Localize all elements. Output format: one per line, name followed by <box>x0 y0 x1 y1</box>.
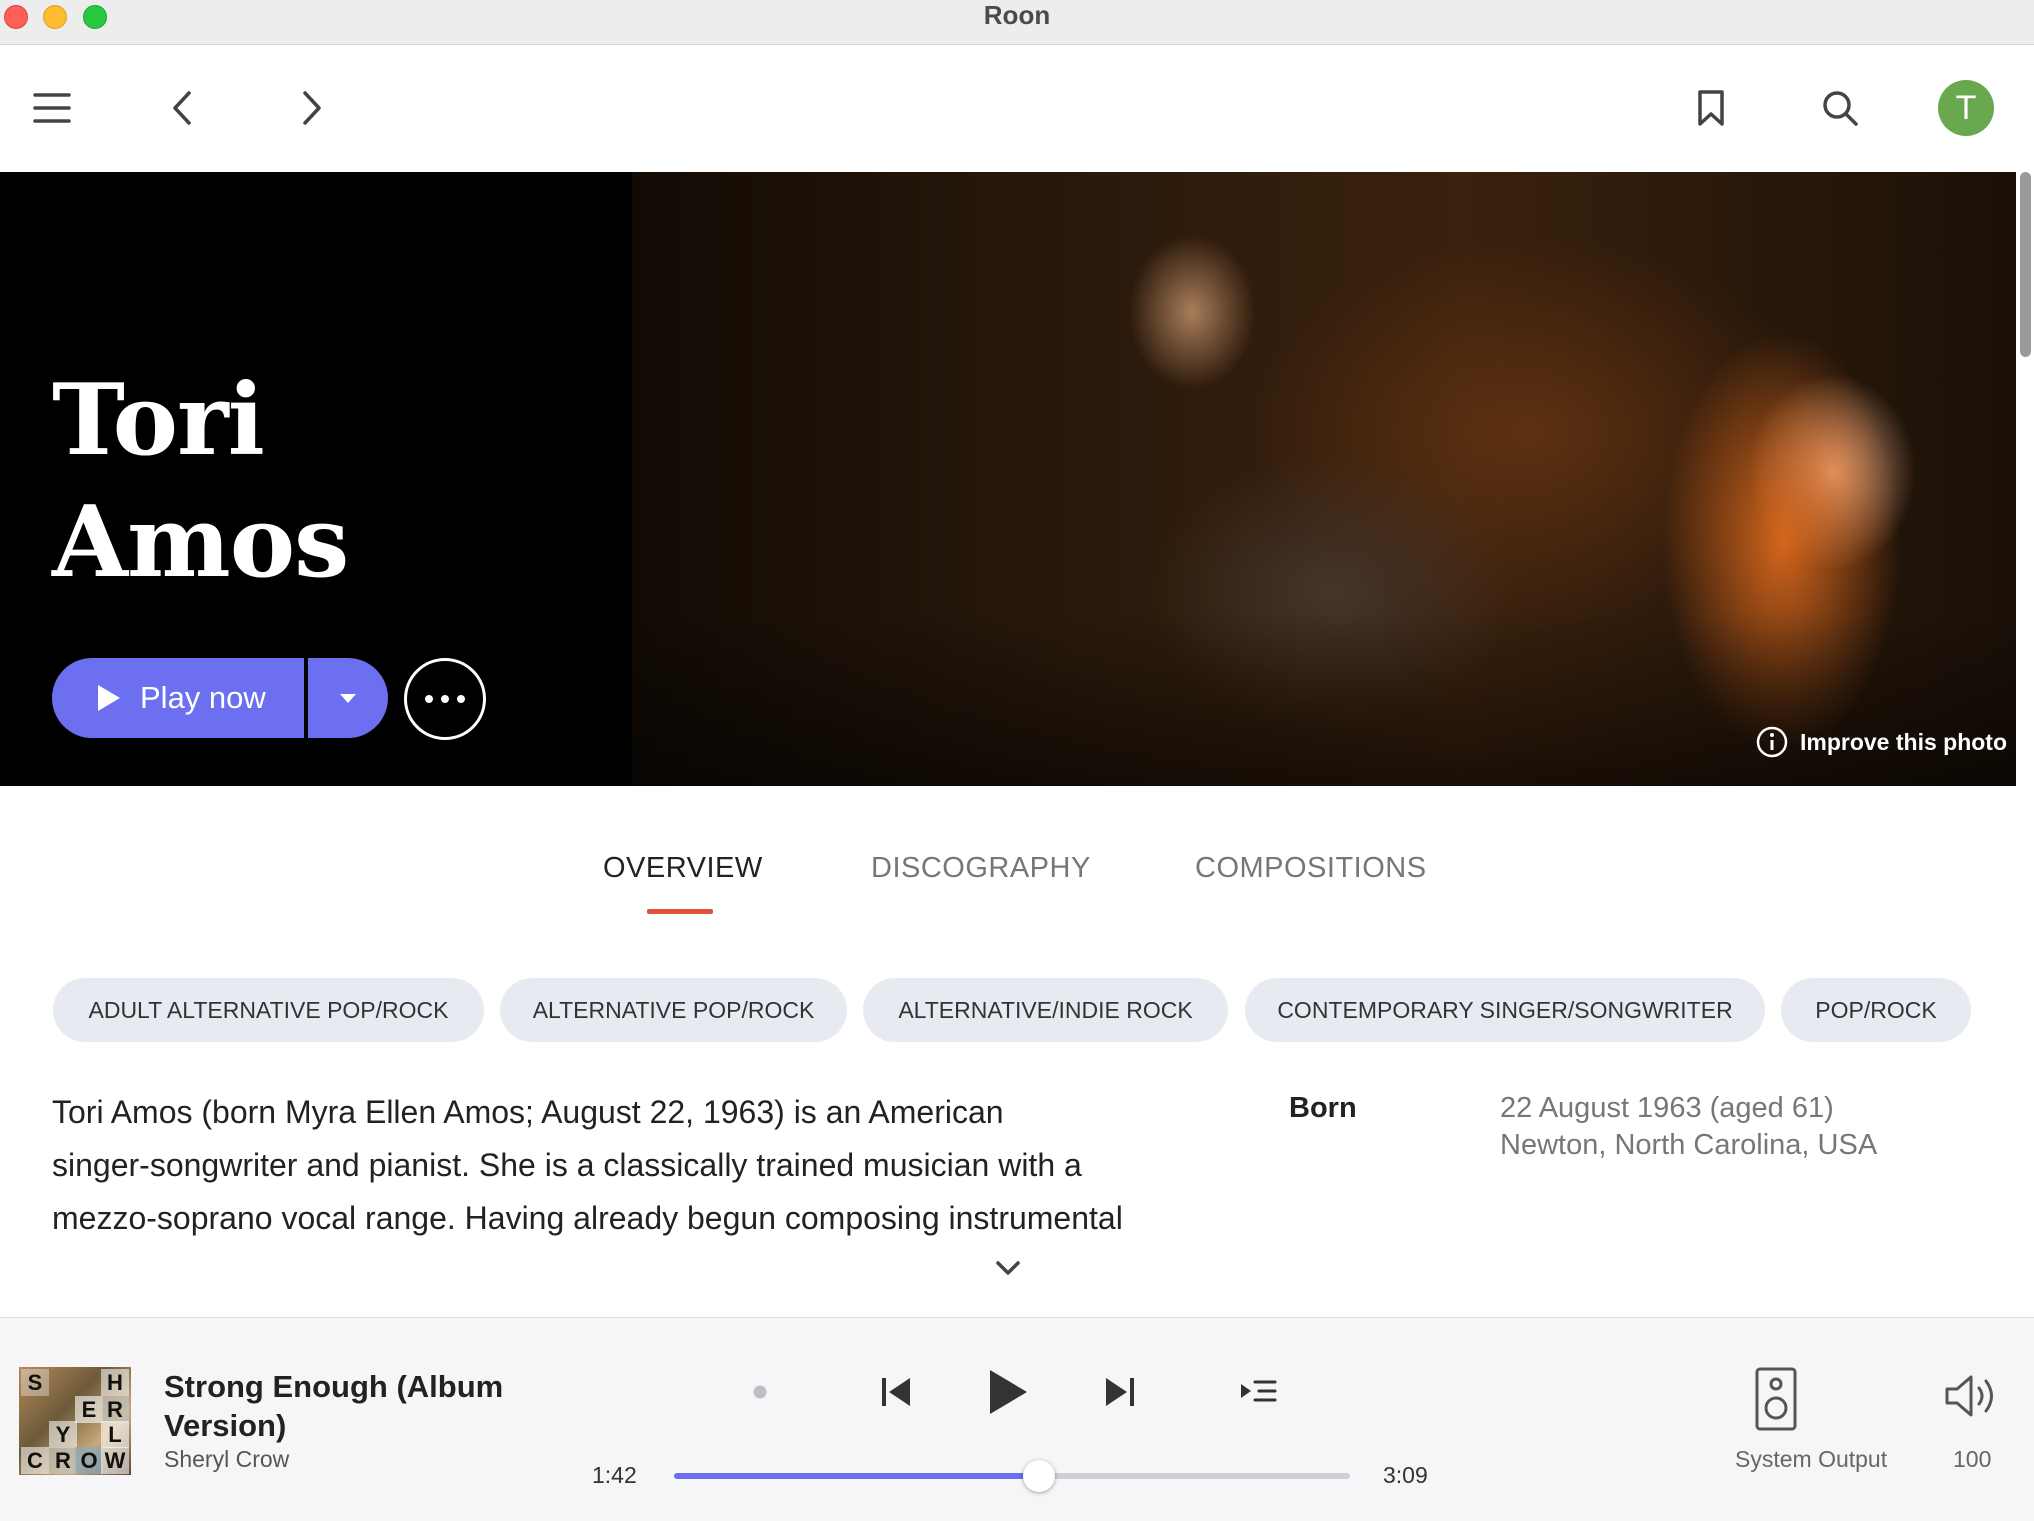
photo-gradient <box>632 612 2016 786</box>
play-icon <box>98 685 120 711</box>
genre-tag[interactable]: POP/ROCK <box>1781 978 1971 1042</box>
expand-bio-chevron-icon[interactable] <box>994 1258 1022 1278</box>
bio-line: Tori Amos (born Myra Ellen Amos; August … <box>52 1094 1004 1130</box>
radio-dot-icon[interactable] <box>748 1380 772 1404</box>
ellipsis-icon <box>425 695 465 703</box>
born-date: 22 August 1963 (aged 61) <box>1500 1092 1834 1124</box>
album-art-letter: Y <box>49 1421 77 1448</box>
born-details: 22 August 1963 (aged 61) Newton, North C… <box>1500 1090 1877 1164</box>
album-art-letter: S <box>21 1369 49 1396</box>
window-title: Roon <box>983 0 1051 30</box>
volume-level[interactable]: 100 <box>1953 1446 1991 1473</box>
bookmark-icon[interactable] <box>1688 82 1734 134</box>
chevron-left-icon[interactable] <box>160 82 204 134</box>
improve-photo-label: Improve this photo <box>1800 728 2007 755</box>
track-duration: 3:09 <box>1383 1462 1428 1488</box>
tab-compositions[interactable]: COMPOSITIONS <box>1195 852 1427 885</box>
track-title[interactable]: Strong Enough (Album Version) <box>164 1367 584 1445</box>
seek-handle[interactable] <box>1023 1460 1055 1492</box>
output-zone-label[interactable]: System Output <box>1735 1446 1887 1473</box>
previous-track-icon[interactable] <box>872 1368 920 1416</box>
bio-line: mezzo-soprano vocal range. Having alread… <box>52 1200 1123 1236</box>
genre-tag[interactable]: ADULT ALTERNATIVE POP/ROCK <box>53 978 484 1042</box>
window-titlebar: Roon <box>0 0 2034 45</box>
more-options-button[interactable] <box>404 658 486 740</box>
artist-last-name: Amos <box>52 485 349 600</box>
track-artist[interactable]: Sheryl Crow <box>164 1446 289 1473</box>
elapsed-time: 1:42 <box>592 1462 637 1488</box>
album-art[interactable]: S H E R Y L C R O W <box>19 1367 131 1475</box>
play-now-button[interactable]: Play now <box>52 658 304 738</box>
born-place[interactable]: Newton, North Carolina, USA <box>1500 1127 1877 1164</box>
speaker-icon[interactable] <box>1752 1364 1800 1434</box>
genre-tag[interactable]: ALTERNATIVE/INDIE ROCK <box>863 978 1228 1042</box>
improve-photo-link[interactable]: Improve this photo <box>1756 726 2007 758</box>
seek-bar-progress <box>674 1473 1039 1479</box>
active-tab-indicator <box>647 909 713 914</box>
volume-icon[interactable] <box>1942 1370 2006 1422</box>
scrollbar-thumb[interactable] <box>2020 172 2031 357</box>
album-art-letter: W <box>101 1447 129 1474</box>
bio-line: singer-songwriter and pianist. She is a … <box>52 1147 1082 1183</box>
play-options-dropdown[interactable] <box>308 658 388 738</box>
album-art-letter: E <box>75 1396 103 1423</box>
next-track-icon[interactable] <box>1096 1368 1144 1416</box>
tab-overview[interactable]: OVERVIEW <box>603 852 763 885</box>
hamburger-icon[interactable] <box>26 82 78 134</box>
album-art-letter: H <box>101 1369 129 1396</box>
album-art-letter: O <box>75 1447 103 1474</box>
play-now-label: Play now <box>140 680 266 715</box>
genre-tag[interactable]: ALTERNATIVE POP/ROCK <box>500 978 847 1042</box>
user-avatar[interactable]: T <box>1938 80 1994 136</box>
album-art-letter: R <box>49 1447 77 1474</box>
album-art-letter: R <box>101 1396 129 1423</box>
chevron-right-icon[interactable] <box>290 82 334 134</box>
born-label: Born <box>1289 1092 1357 1124</box>
caret-down-icon <box>340 694 356 703</box>
genre-tag[interactable]: CONTEMPORARY SINGER/SONGWRITER <box>1245 978 1765 1042</box>
artist-first-name: Tori <box>52 363 265 478</box>
queue-icon[interactable] <box>1234 1370 1282 1414</box>
search-icon[interactable] <box>1814 82 1866 134</box>
album-art-letter: L <box>101 1421 129 1448</box>
artist-name: Tori Amos <box>52 360 612 604</box>
tab-discography[interactable]: DISCOGRAPHY <box>871 852 1091 885</box>
play-pause-icon[interactable] <box>978 1362 1038 1422</box>
album-art-letter: C <box>21 1447 49 1474</box>
artist-bio: Tori Amos (born Myra Ellen Amos; August … <box>52 1086 1212 1245</box>
info-icon <box>1756 726 1788 758</box>
